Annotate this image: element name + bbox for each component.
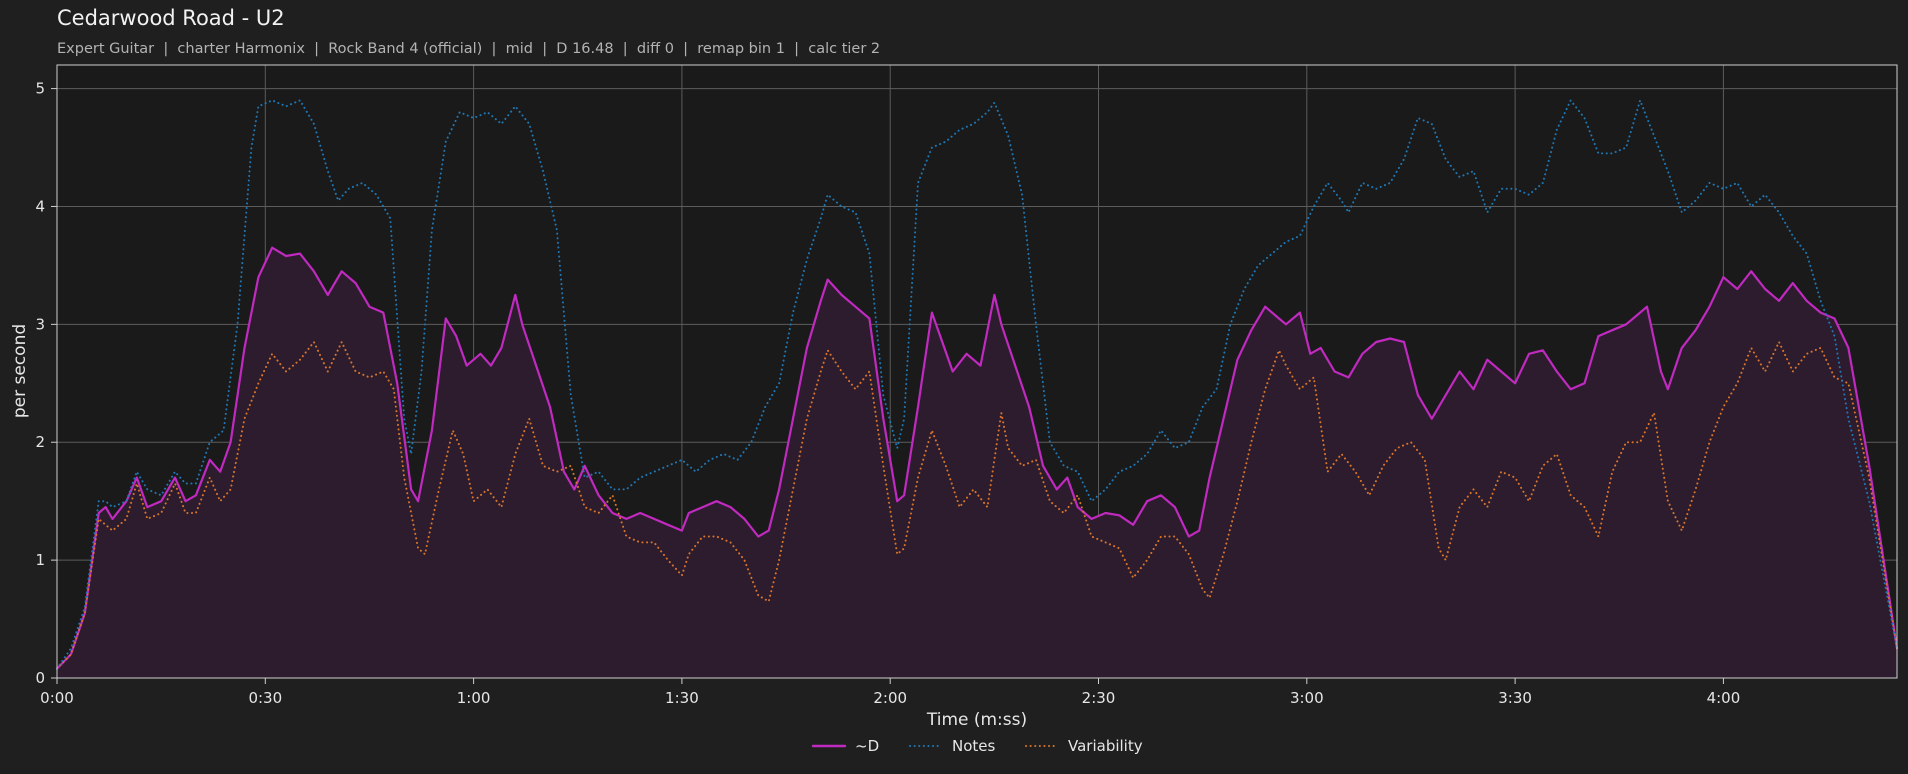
x-tick-label: 3:00 [1290, 689, 1324, 707]
y-tick-label: 4 [35, 197, 45, 215]
x-tick-label: 4:00 [1707, 689, 1741, 707]
legend-label-notes: Notes [952, 737, 996, 755]
y-axis: 0 1 2 3 4 5 [35, 80, 57, 687]
x-axis-label: Time (m:ss) [926, 710, 1027, 730]
legend-label-d: ~D [855, 737, 879, 755]
x-tick-label: 1:30 [665, 689, 699, 707]
y-tick-label: 0 [35, 669, 45, 687]
x-tick-label: 2:00 [873, 689, 907, 707]
legend: ~D Notes Variability [811, 737, 1143, 755]
x-tick-label: 0:30 [248, 689, 282, 707]
y-tick-label: 1 [35, 551, 45, 569]
chart-plot: 0:00 0:30 1:00 1:30 2:00 2:30 3:00 3:30 4:00 0 1 2… [10, 64, 1899, 755]
y-tick-label: 5 [35, 80, 45, 98]
x-tick-label: 2:30 [1082, 689, 1116, 707]
x-tick-label: 1:00 [457, 689, 491, 707]
y-axis-label: per second [10, 324, 30, 418]
y-tick-label: 2 [35, 433, 45, 451]
y-tick-label: 3 [35, 315, 45, 333]
legend-label-variability: Variability [1068, 737, 1143, 755]
x-axis: 0:00 0:30 1:00 1:30 2:00 2:30 3:00 3:30 4:00 [40, 678, 1740, 707]
x-tick-label: 0:00 [40, 689, 74, 707]
x-tick-label: 3:30 [1498, 689, 1532, 707]
